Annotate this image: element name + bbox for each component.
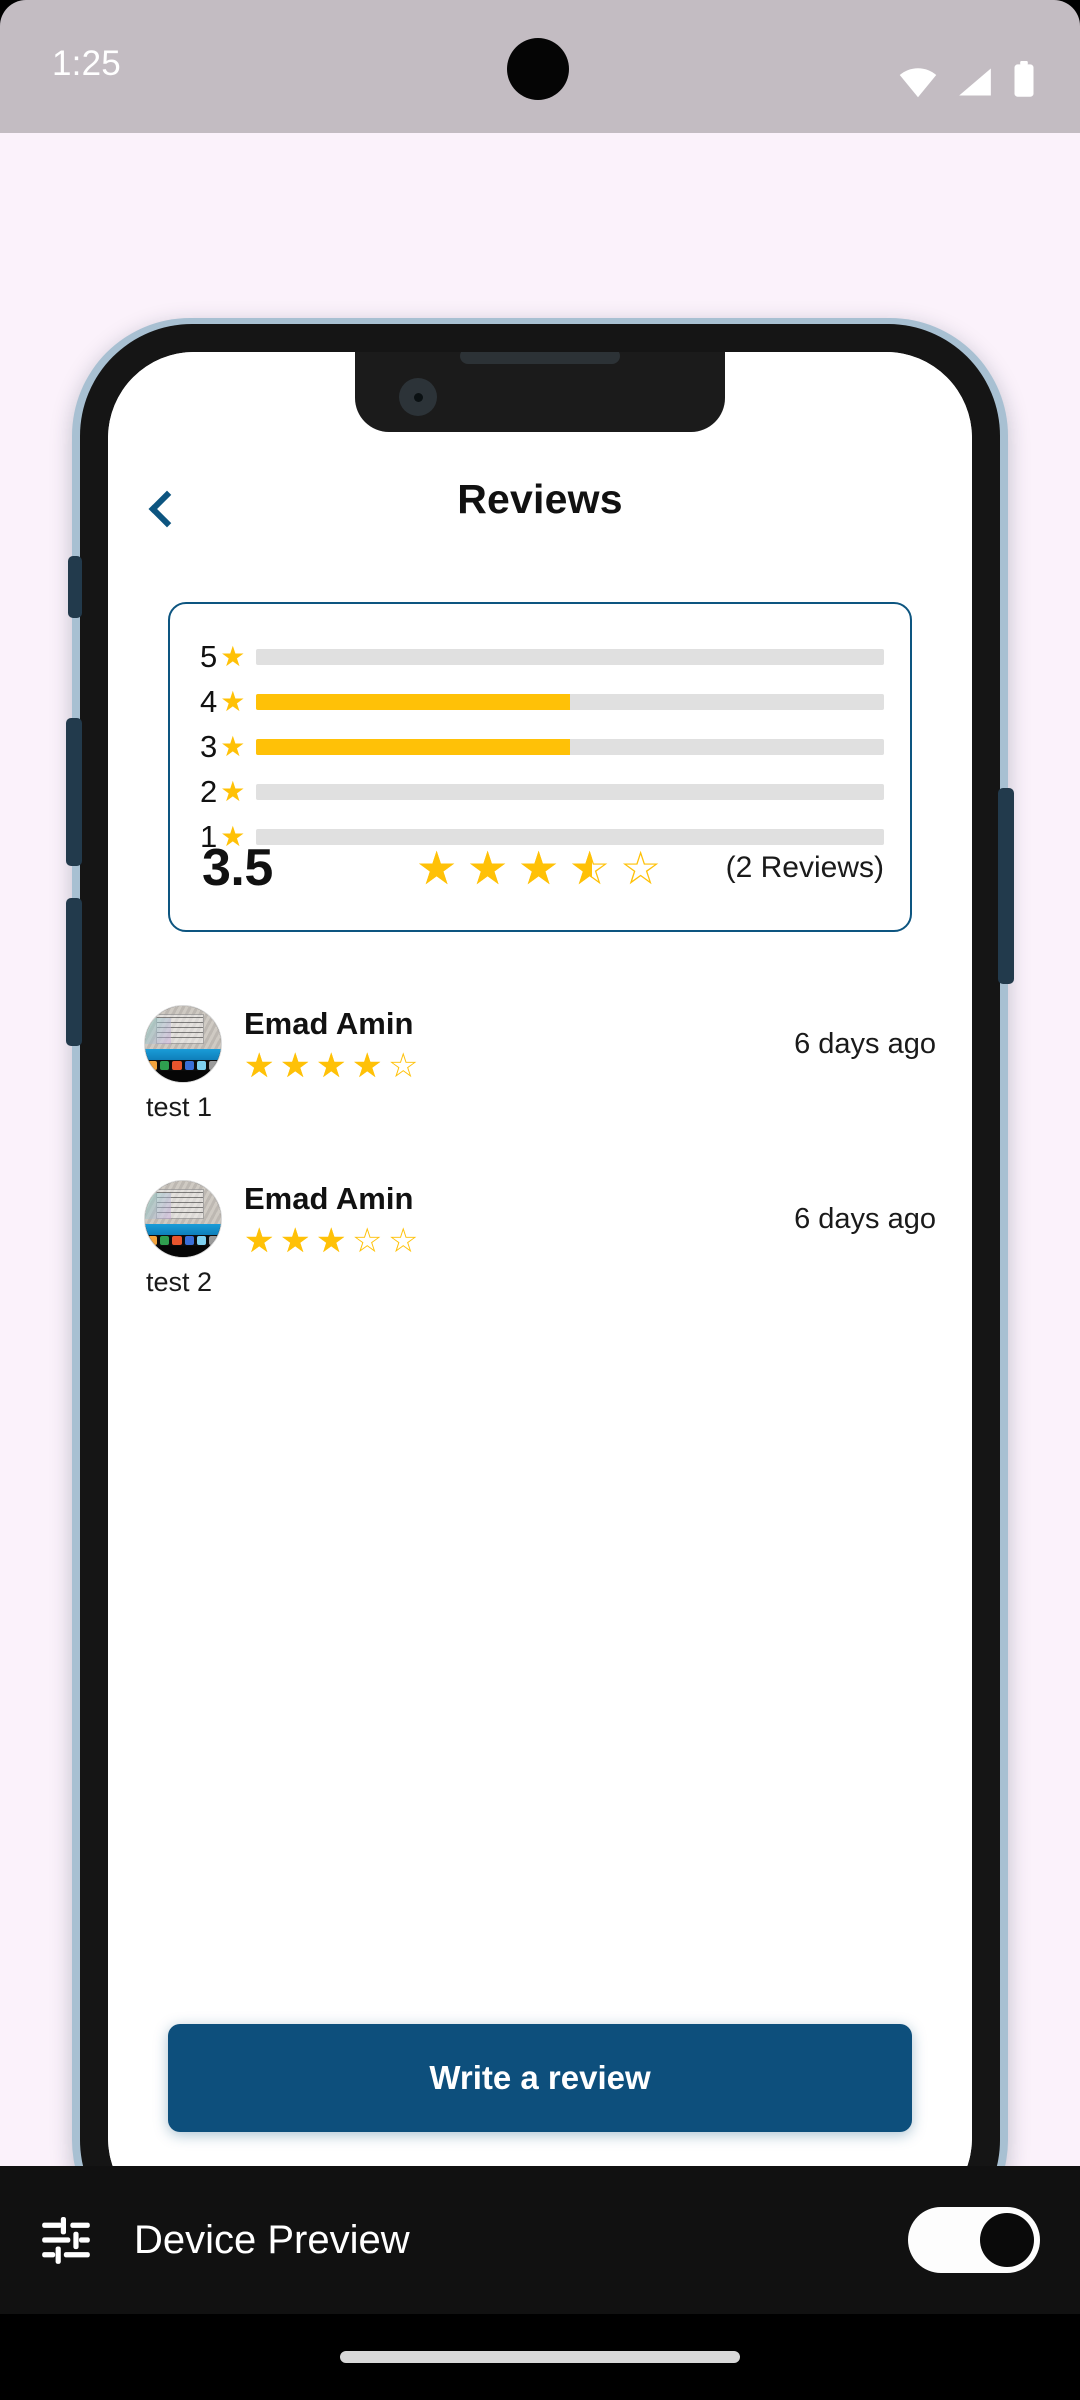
star-icon: ☆★ [352,1222,383,1261]
page-title: Reviews [457,476,623,522]
rating-bar-track [256,783,884,800]
rating-bar-label: 4 ★ [200,686,256,717]
review-item[interactable]: Emad Amin ☆★☆★☆★☆★☆★ 6 days ago test 1 [108,992,972,1123]
review-list: Emad Amin ☆★☆★☆★☆★☆★ 6 days ago test 1 [108,992,972,1298]
battery-icon [1014,60,1034,97]
device-power-button[interactable] [998,788,1014,984]
rating-bar-row: 5 ★ [200,634,884,679]
average-rating-stars: ☆★☆★☆★☆★☆★ [416,845,666,891]
device-screen: Reviews 5 ★ 4 ★ 3 ★ 2 ★ 1 ★ 3.5 ☆ ★ ☆ ★ … [108,352,972,2224]
app-bar: Reviews [108,462,972,558]
review-count-label: (2 Reviews) [725,851,884,884]
rating-bar-row: 2 ★ [200,769,884,814]
rating-bar-track [256,738,884,755]
star-icon: ☆★ [620,842,662,894]
write-review-button[interactable]: Write a review [168,2024,912,2132]
device-volume-down-button[interactable] [66,898,82,1046]
star-icon: ☆★ [352,1047,383,1086]
star-icon: ★ [220,685,246,717]
rating-bar-star-number: 5 [200,639,218,674]
tune-sliders-icon[interactable] [40,2214,92,2266]
phone-device-frame: Reviews 5 ★ 4 ★ 3 ★ 2 ★ 1 ★ 3.5 ☆ ★ ☆ ★ … [66,318,1014,2258]
star-icon: ★ [220,775,246,807]
toggle-knob [980,2213,1034,2267]
reviews-screen: Reviews 5 ★ 4 ★ 3 ★ 2 ★ 1 ★ 3.5 ☆ ★ ☆ ★ … [108,352,972,2224]
reviewer-name: Emad Amin [244,1180,414,1216]
rating-summary-card: 5 ★ 4 ★ 3 ★ 2 ★ 1 ★ 3.5 ☆ ★ ☆ ★ ☆ ★ ☆ ★ … [168,602,912,932]
star-icon: ☆★ [316,1047,347,1086]
star-icon: ☆★ [467,842,509,894]
rating-bar-track [256,648,884,665]
status-bar-clock: 1:25 [52,44,121,83]
rating-bar-star-number: 3 [200,729,218,764]
star-icon: ☆★ [280,1047,311,1086]
star-icon: ☆★ [388,1047,419,1086]
wifi-icon [899,68,937,98]
review-body-text: test 2 [146,1267,213,1297]
camera-punch-hole [507,38,569,100]
device-preview-stage: Reviews 5 ★ 4 ★ 3 ★ 2 ★ 1 ★ 3.5 ☆ ★ ☆ ★ … [0,133,1080,2258]
star-icon: ★ [220,640,246,672]
device-preview-toggle[interactable] [908,2207,1040,2273]
reviewer-name: Emad Amin [244,1005,414,1041]
rating-bar-label: 5 ★ [200,641,256,672]
earpiece-speaker [460,352,620,364]
star-icon: ★ [220,730,246,762]
gesture-nav-pill[interactable] [340,2351,740,2363]
rating-bar-label: 2 ★ [200,776,256,807]
avatar [144,1005,222,1083]
rating-bar-row: 3 ★ [200,724,884,769]
rating-bar-label: 3 ★ [200,731,256,762]
rating-bar-row: 4 ★ [200,679,884,724]
device-volume-up-button[interactable] [66,718,82,866]
status-bar-icons [898,42,1036,98]
star-icon: ☆★ [316,1222,347,1261]
cellular-signal-icon [959,68,991,96]
android-status-bar: 1:25 [0,0,1080,133]
review-rating-stars: ☆★☆★☆★☆★☆★ [244,1224,794,1258]
rating-bar-fill [256,738,570,755]
average-rating-value: 3.5 [202,839,273,897]
device-preview-label: Device Preview [134,2217,410,2262]
rating-bar-track [256,693,884,710]
device-notch [355,352,725,432]
star-icon: ☆★ [244,1222,275,1261]
avatar [144,1180,222,1258]
review-header: Emad Amin ☆★☆★☆★☆★☆★ 6 days ago [144,1167,936,1271]
star-icon: ☆★ [416,842,458,894]
review-timestamp: 6 days ago [794,1202,936,1235]
system-navigation-bar [0,2314,1080,2400]
rating-summary-row: 3.5 ☆★☆★☆★☆★☆★ (2 Reviews) [170,822,914,914]
star-icon: ☆★ [518,842,560,894]
review-timestamp: 6 days ago [794,1027,936,1060]
reviewer-info: Emad Amin ☆★☆★☆★☆★☆★ [244,1005,794,1084]
review-rating-stars: ☆★☆★☆★☆★☆★ [244,1049,794,1083]
reviewer-info: Emad Amin ☆★☆★☆★☆★☆★ [244,1180,794,1259]
rating-bar-star-number: 4 [200,684,218,719]
star-icon: ☆★ [244,1047,275,1086]
device-preview-toolbar: Device Preview [0,2166,1080,2314]
review-item[interactable]: Emad Amin ☆★☆★☆★☆★☆★ 6 days ago test 2 [108,1167,972,1298]
review-body-text: test 1 [146,1092,213,1122]
device-mute-switch[interactable] [68,556,82,618]
review-header: Emad Amin ☆★☆★☆★☆★☆★ 6 days ago [144,992,936,1096]
star-icon: ☆★ [388,1222,419,1261]
front-camera-icon [399,378,437,416]
rating-bar-star-number: 2 [200,774,218,809]
star-icon: ☆★ [280,1222,311,1261]
star-icon: ☆★ [569,842,611,894]
rating-bar-fill [256,693,570,710]
